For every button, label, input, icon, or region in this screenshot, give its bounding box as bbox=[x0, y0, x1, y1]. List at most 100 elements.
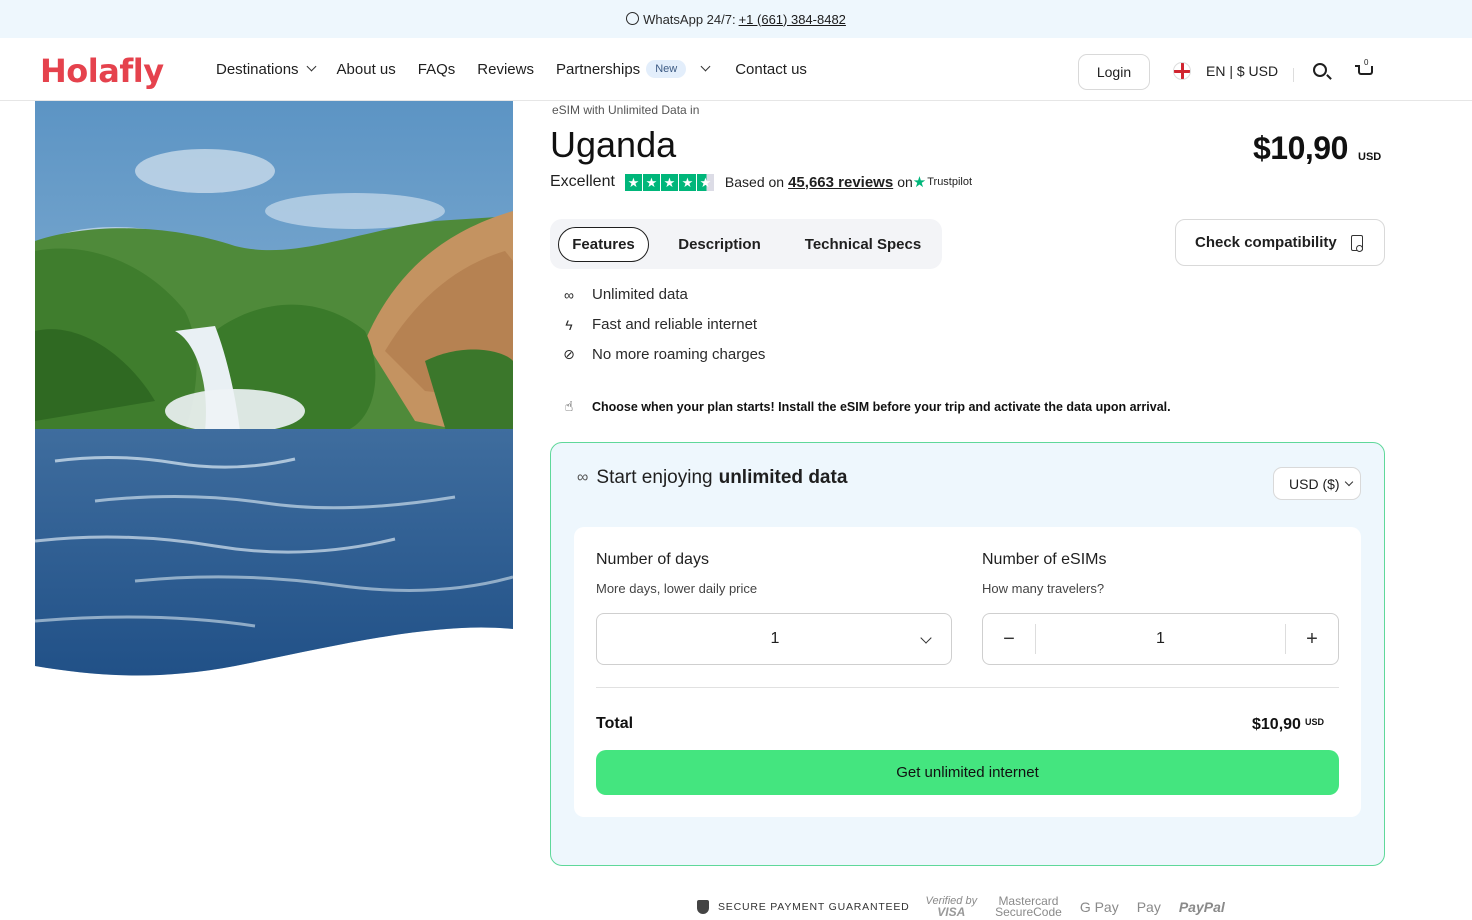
star-icon: ★ bbox=[678, 173, 696, 191]
shield-icon bbox=[697, 900, 709, 914]
days-select[interactable]: 1 bbox=[596, 613, 952, 665]
apple-pay-logo: Pay bbox=[1136, 898, 1161, 915]
language-label: EN | $ USD bbox=[1206, 63, 1279, 79]
star-icon: ★ bbox=[624, 173, 642, 191]
chevron-down-icon bbox=[1344, 477, 1353, 486]
login-button[interactable]: Login bbox=[1078, 54, 1150, 90]
nav-item-label: FAQs bbox=[417, 60, 456, 78]
uk-flag-icon bbox=[1173, 62, 1191, 80]
feature-item: ∞ Unlimited data bbox=[560, 286, 688, 303]
esims-quantity-stepper: − 1 + bbox=[982, 613, 1339, 665]
trustpilot-label: Trustpilot bbox=[927, 176, 973, 188]
half-star-icon: ★ bbox=[696, 173, 714, 191]
nav-item-reviews[interactable]: Reviews bbox=[477, 61, 534, 78]
card-heading-bold: unlimited data bbox=[718, 467, 848, 488]
product-price-currency: USD bbox=[1358, 151, 1382, 163]
tab-description[interactable]: Description bbox=[662, 227, 777, 262]
cart-icon[interactable]: 0 bbox=[1355, 58, 1375, 80]
star-icon: ★ bbox=[642, 173, 660, 191]
reviews-on: on bbox=[897, 174, 913, 190]
reviews-count-link[interactable]: 45,663 reviews bbox=[788, 174, 893, 191]
trustpilot-star-icon: ★ bbox=[912, 174, 927, 191]
mastercard-securecode-logo: Mastercard SecureCode bbox=[995, 894, 1062, 919]
rating-stars: ★ ★ ★ ★ ★ bbox=[624, 173, 715, 191]
esims-label: Number of eSIMs bbox=[982, 551, 1107, 568]
get-unlimited-internet-button[interactable]: Get unlimited internet bbox=[596, 750, 1339, 795]
nav-item-about-us[interactable]: About us bbox=[337, 61, 396, 78]
cart-count: 0 bbox=[1364, 58, 1369, 67]
total-label: Total bbox=[596, 715, 634, 732]
nav-item-label: Reviews bbox=[477, 60, 534, 78]
days-label: Number of days bbox=[596, 551, 709, 568]
esims-quantity-value[interactable]: 1 bbox=[1036, 630, 1285, 648]
total-price: $10,90 bbox=[1252, 716, 1301, 733]
feature-item: ⊘ No more roaming charges bbox=[560, 346, 765, 363]
whatsapp-icon bbox=[626, 11, 640, 25]
payment-methods: SECURE PAYMENT GUARANTEED Verified by VI… bbox=[697, 894, 1243, 919]
star-icon: ★ bbox=[660, 173, 678, 191]
page-title: Uganda bbox=[550, 124, 677, 165]
trustpilot-rating: Excellent ★ ★ ★ ★ ★ Based on 45,663 revi… bbox=[550, 173, 972, 191]
destination-hero-image bbox=[35, 101, 513, 676]
reviews-prefix: Based on bbox=[724, 174, 785, 190]
nav-item-destinations[interactable]: Destinations bbox=[216, 60, 316, 78]
product-price: $10,90 bbox=[1253, 130, 1348, 166]
google-pay-logo: G Pay bbox=[1079, 898, 1119, 915]
whatsapp-banner: WhatsApp 24/7: +1 (661) 384-8482 bbox=[0, 0, 1472, 38]
activation-note-text: Choose when your plan starts! Install th… bbox=[592, 400, 1171, 414]
holafly-logo[interactable]: Holafly bbox=[40, 52, 164, 90]
nav-item-label: Destinations bbox=[216, 60, 299, 78]
product-eyebrow: eSIM with Unlimited Data in bbox=[552, 103, 700, 117]
decrement-button[interactable]: − bbox=[983, 614, 1035, 664]
search-icon[interactable] bbox=[1313, 63, 1327, 77]
currency-select-value: USD ($) bbox=[1289, 475, 1340, 492]
nav-menu: Destinations About us FAQs Reviews Partn… bbox=[216, 60, 829, 78]
phone-check-icon bbox=[1350, 234, 1363, 252]
nav-item-partnerships[interactable]: Partnerships New bbox=[555, 60, 711, 78]
plan-configurator: Number of days More days, lower daily pr… bbox=[574, 527, 1361, 817]
increment-button[interactable]: + bbox=[1286, 614, 1338, 664]
tap-hand-icon: ☝ bbox=[564, 398, 574, 414]
days-select-value: 1 bbox=[770, 630, 780, 647]
feature-label: Fast and reliable internet bbox=[592, 316, 758, 333]
nav-item-label: Partnerships bbox=[555, 60, 641, 78]
tab-technical-specs[interactable]: Technical Specs bbox=[790, 227, 936, 262]
main-nav: Holafly Destinations About us FAQs Revie… bbox=[0, 38, 1472, 101]
check-compatibility-label: Check compatibility bbox=[1195, 234, 1337, 251]
purchase-card: ∞ Start enjoying unlimited data USD ($) … bbox=[550, 442, 1385, 866]
days-sublabel: More days, lower daily price bbox=[596, 581, 758, 596]
no-roaming-icon: ⊘ bbox=[563, 346, 575, 362]
total-currency: USD bbox=[1305, 717, 1325, 727]
paypal-logo: PayPal bbox=[1178, 898, 1225, 915]
new-badge: New bbox=[646, 60, 687, 78]
nav-divider bbox=[1293, 68, 1294, 82]
feature-item: ϟ Fast and reliable internet bbox=[560, 316, 757, 333]
verified-by-visa-logo: Verified by VISA bbox=[925, 895, 978, 919]
feature-label: Unlimited data bbox=[592, 286, 688, 303]
check-compatibility-button[interactable]: Check compatibility bbox=[1175, 219, 1385, 266]
card-heading: ∞ Start enjoying unlimited data bbox=[577, 467, 847, 489]
whatsapp-phone-link[interactable]: +1 (661) 384-8482 bbox=[739, 12, 846, 27]
feature-label: No more roaming charges bbox=[592, 346, 766, 363]
lightning-icon: ϟ bbox=[565, 316, 573, 333]
card-heading-prefix: Start enjoying bbox=[596, 467, 713, 488]
nav-item-contact-us[interactable]: Contact us bbox=[735, 61, 807, 78]
chevron-down-icon bbox=[306, 61, 316, 71]
currency-select[interactable]: USD ($) bbox=[1273, 467, 1361, 500]
chevron-down-icon bbox=[700, 61, 711, 71]
infinity-icon: ∞ bbox=[577, 469, 589, 486]
activation-note: ☝ Choose when your plan starts! Install … bbox=[560, 398, 1171, 416]
rating-word: Excellent bbox=[550, 173, 615, 190]
infinity-icon: ∞ bbox=[564, 286, 574, 303]
product-tabs: Features Description Technical Specs bbox=[550, 219, 942, 269]
trustpilot-logo: ★ Trustpilot bbox=[913, 173, 972, 191]
nav-item-label: Contact us bbox=[735, 60, 807, 78]
banner-prefix: WhatsApp 24/7: bbox=[643, 11, 736, 27]
esims-sublabel: How many travelers? bbox=[982, 581, 1105, 596]
divider bbox=[596, 687, 1339, 688]
nav-item-label: About us bbox=[336, 60, 396, 78]
tab-features[interactable]: Features bbox=[558, 227, 649, 262]
nav-item-faqs[interactable]: FAQs bbox=[418, 61, 456, 78]
language-currency-selector[interactable]: EN | $ USD bbox=[1173, 62, 1278, 80]
secure-payment-label: SECURE PAYMENT GUARANTEED bbox=[718, 901, 910, 913]
